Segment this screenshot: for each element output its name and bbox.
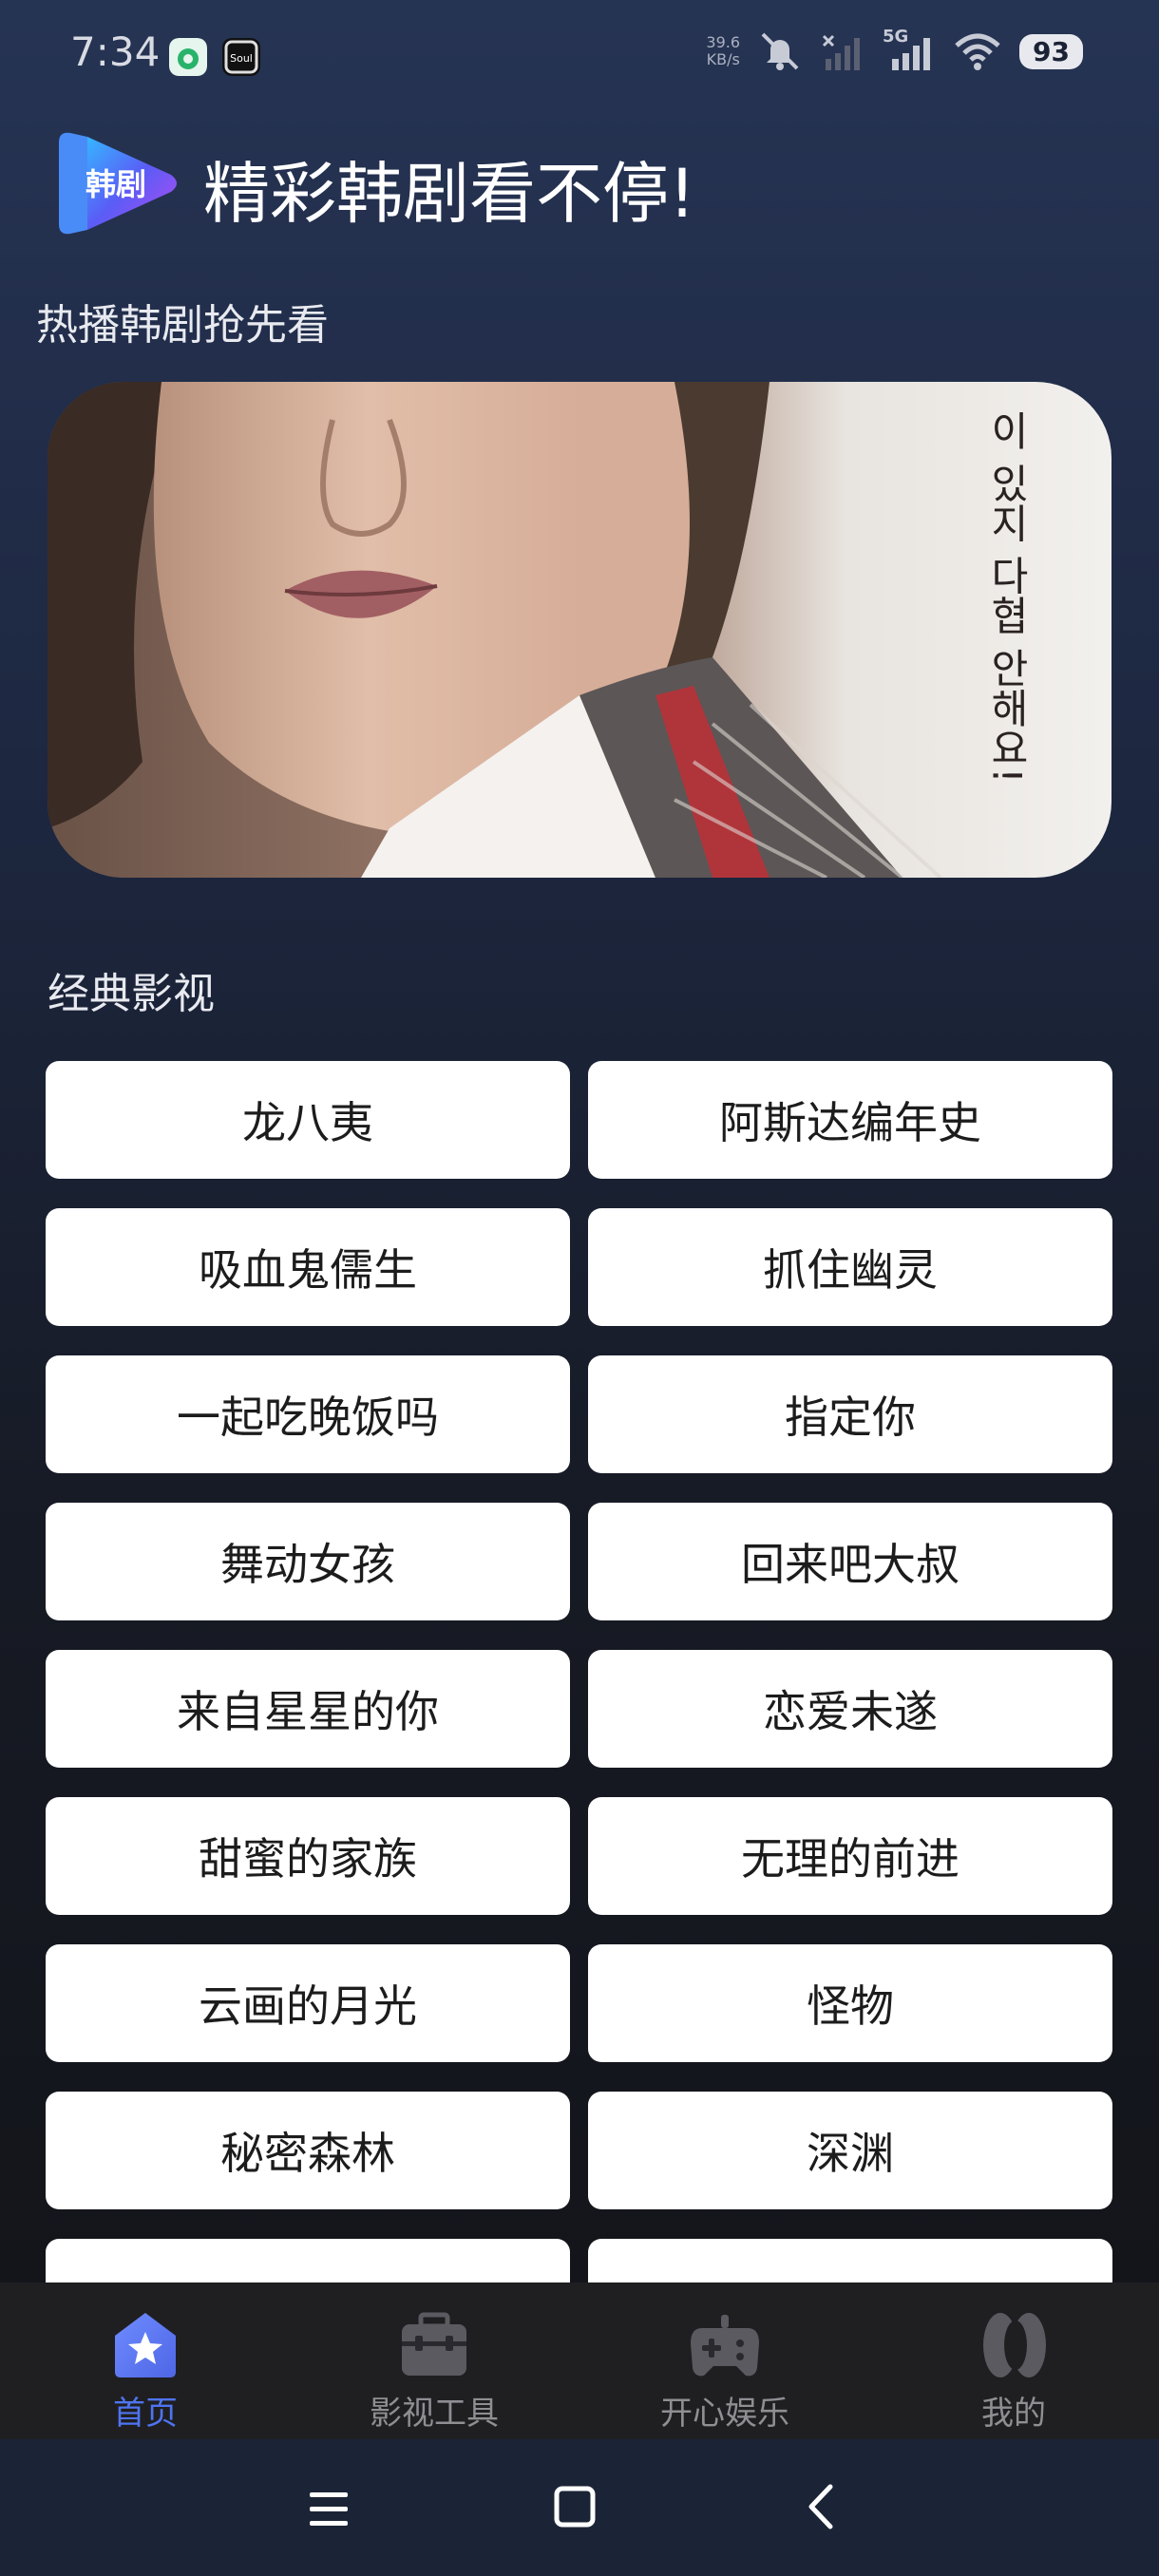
- drama-button[interactable]: [588, 2239, 1112, 2282]
- drama-button[interactable]: 指定你: [588, 1355, 1112, 1473]
- app-logo: 韩剧: [59, 132, 177, 235]
- svg-text:이 있지 다협 안해요!: 이 있지 다협 안해요!: [984, 410, 1031, 784]
- hot-section-title: 热播韩剧抢先看: [36, 301, 329, 350]
- app-icon-green: [169, 38, 207, 76]
- home-square-icon[interactable]: [542, 2475, 608, 2542]
- gamepad-icon: [691, 2315, 759, 2377]
- drama-button[interactable]: 吸血鬼儒生: [46, 1208, 570, 1326]
- drama-button[interactable]: 怪物: [588, 1944, 1112, 2062]
- drama-button[interactable]: [46, 2239, 570, 2282]
- toolbox-icon: [402, 2312, 466, 2376]
- drama-button[interactable]: 来自星星的你: [46, 1650, 570, 1768]
- drama-button[interactable]: 甜蜜的家族: [46, 1797, 570, 1915]
- banner-image: 이 있지 다협 안해요!: [48, 382, 1112, 878]
- drama-button[interactable]: 一起吃晚饭吗: [46, 1355, 570, 1473]
- profile-icon: [983, 2313, 1046, 2377]
- bottom-nav: 首页 影视工具 开心娱乐 我的: [0, 2282, 1159, 2439]
- mute-icon: [761, 32, 799, 70]
- drama-button[interactable]: 龙八夷: [46, 1061, 570, 1179]
- svg-text:Soul: Soul: [230, 52, 253, 65]
- nav-item-profile[interactable]: 我的: [909, 2309, 1118, 2434]
- nav-item-fun[interactable]: 开心娱乐: [620, 2309, 829, 2434]
- drama-button[interactable]: 恋爱未遂: [588, 1650, 1112, 1768]
- drama-button[interactable]: 阿斯达编年史: [588, 1061, 1112, 1179]
- status-indicators: 39.6 KB/s 5G 93: [706, 27, 1083, 72]
- nav-label-tools: 影视工具: [370, 2395, 499, 2433]
- drama-button[interactable]: 回来吧大叔: [588, 1503, 1112, 1620]
- signal-icon: [822, 34, 861, 70]
- drama-button[interactable]: 抓住幽灵: [588, 1208, 1112, 1326]
- system-nav-bar: [0, 2439, 1159, 2576]
- nav-label-profile: 我的: [981, 2395, 1046, 2433]
- svg-text:韩剧: 韩剧: [86, 166, 146, 202]
- nav-label-fun: 开心娱乐: [660, 2395, 789, 2433]
- featured-banner[interactable]: 이 있지 다협 안해요!: [48, 382, 1112, 878]
- drama-button[interactable]: 云画的月光: [46, 1944, 570, 2062]
- signal-5g-icon: 5G: [883, 27, 936, 72]
- drama-button[interactable]: 秘密森林: [46, 2092, 570, 2209]
- drama-button[interactable]: 舞动女孩: [46, 1503, 570, 1620]
- nav-item-home[interactable]: 首页: [41, 2309, 250, 2434]
- status-time: 7:34: [70, 28, 161, 75]
- drama-button[interactable]: 无理的前进: [588, 1797, 1112, 1915]
- nav-item-tools[interactable]: 影视工具: [330, 2309, 539, 2434]
- drama-button[interactable]: 深渊: [588, 2092, 1112, 2209]
- menu-icon[interactable]: [294, 2475, 361, 2542]
- classic-section-title: 经典影视: [48, 970, 215, 1018]
- nav-label-home: 首页: [113, 2395, 178, 2433]
- drama-grid: 龙八夷 阿斯达编年史 吸血鬼儒生 抓住幽灵 一起吃晚饭吗 指定你 舞动女孩 回来…: [46, 1061, 1113, 2282]
- battery-icon: 93: [1019, 33, 1083, 69]
- status-bar: 7:34 Soul 39.6 KB/s 5G 93: [0, 0, 1159, 114]
- back-icon[interactable]: [790, 2475, 857, 2542]
- wifi-icon: [955, 33, 1000, 70]
- home-star-icon: [115, 2313, 176, 2377]
- net-speed: 39.6 KB/s: [706, 33, 741, 68]
- soul-app-icon: Soul: [222, 38, 260, 76]
- page-title: 精彩韩剧看不停!: [203, 155, 696, 233]
